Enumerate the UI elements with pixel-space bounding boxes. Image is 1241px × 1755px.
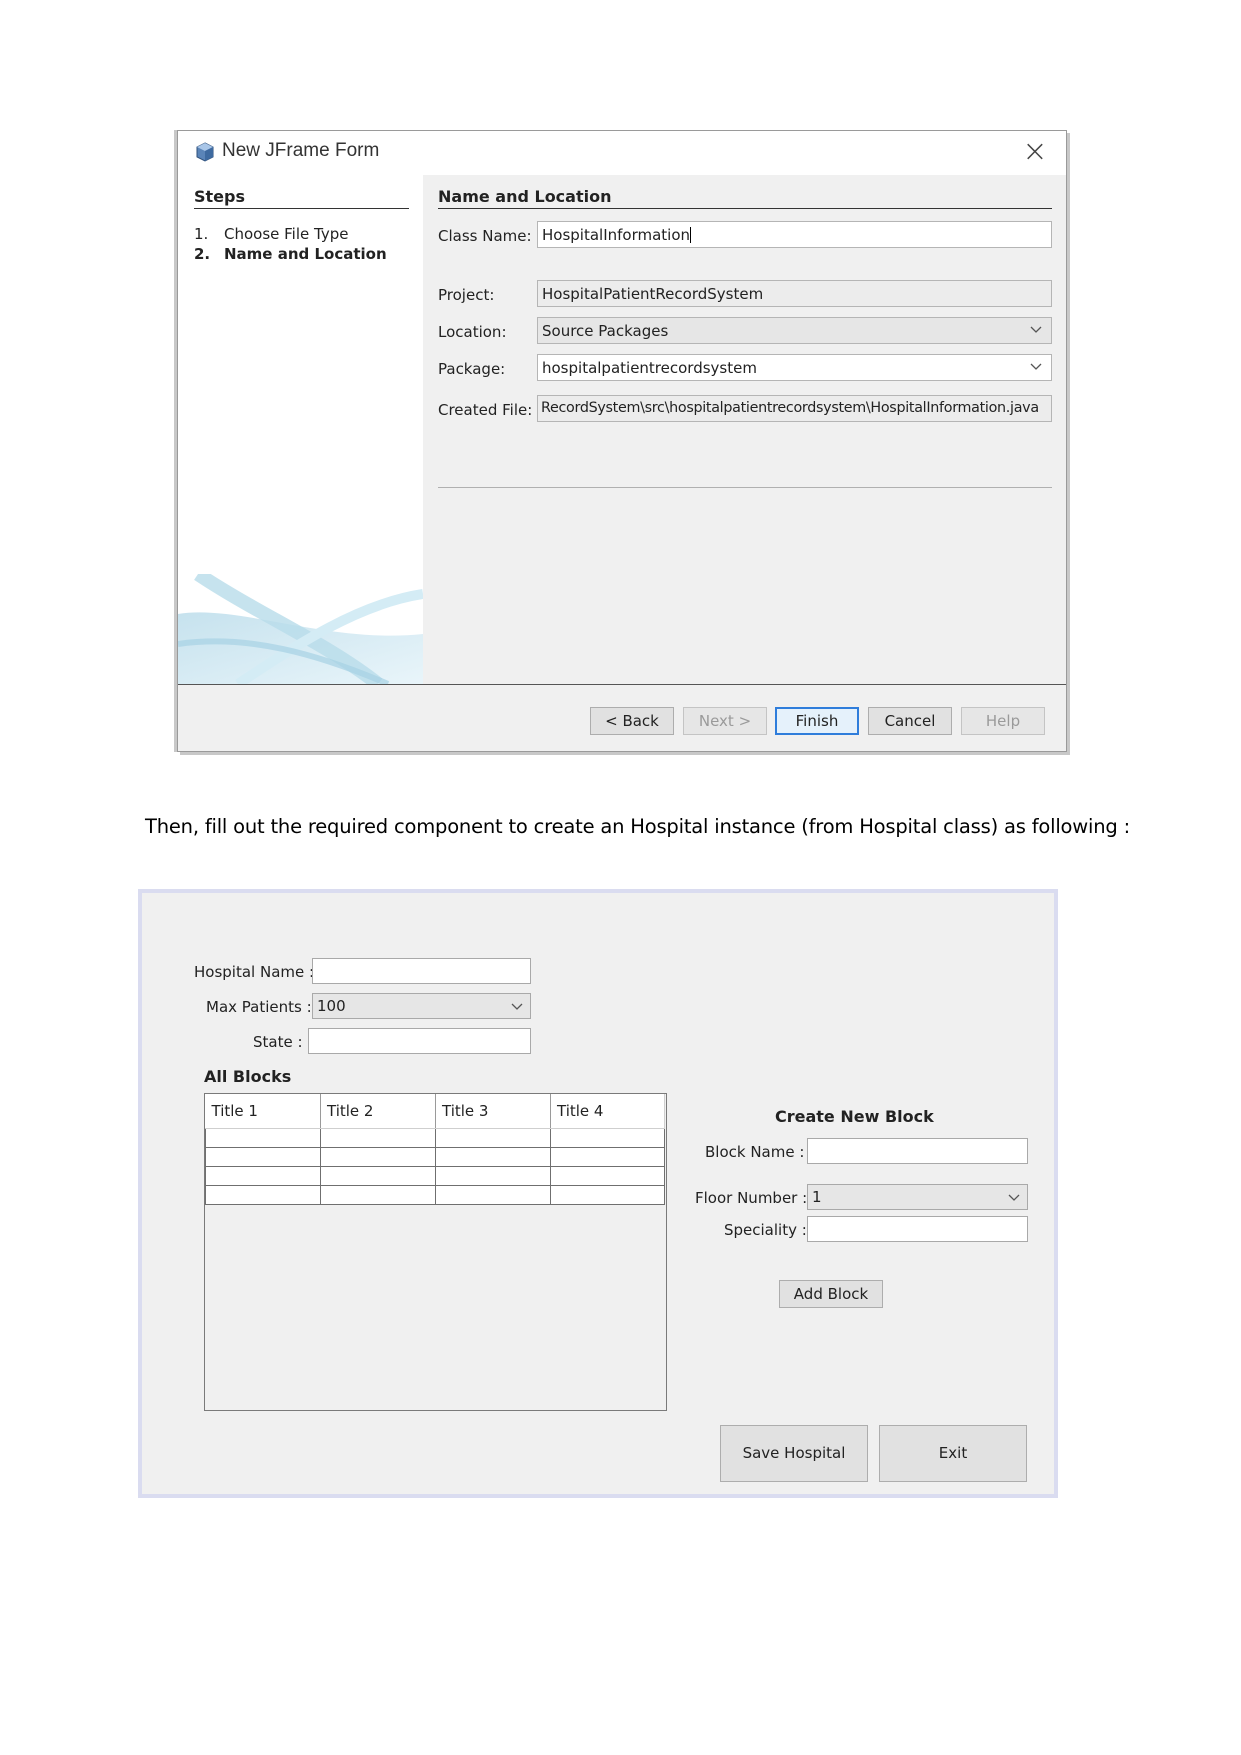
exit-button[interactable]: Exit	[879, 1425, 1027, 1482]
step-item-current: 2. Name and Location	[194, 245, 387, 263]
next-button[interactable]: Next >	[683, 707, 767, 735]
chevron-down-icon	[1030, 363, 1042, 370]
project-field: HospitalPatientRecordSystem	[537, 280, 1052, 307]
hospital-name-input[interactable]	[312, 958, 531, 984]
dialog-title: New JFrame Form	[222, 140, 380, 161]
block-name-label: Block Name :	[705, 1143, 805, 1161]
location-select[interactable]: Source Packages	[537, 317, 1052, 344]
save-hospital-button[interactable]: Save Hospital	[720, 1425, 868, 1482]
section-heading: Name and Location	[438, 187, 1052, 209]
speciality-input[interactable]	[807, 1216, 1028, 1242]
add-block-button[interactable]: Add Block	[779, 1280, 883, 1308]
created-file-label: Created File:	[438, 401, 533, 419]
state-label: State :	[253, 1033, 303, 1051]
footer-divider	[178, 684, 1066, 685]
chevron-down-icon	[1030, 326, 1042, 333]
back-button[interactable]: < Back	[590, 707, 674, 735]
text-caret	[690, 227, 692, 243]
wizard-swoosh-graphic	[178, 574, 423, 684]
floor-number-select[interactable]: 1	[807, 1184, 1028, 1210]
finish-button[interactable]: Finish	[775, 707, 859, 735]
instruction-paragraph: Then, fill out the required component to…	[145, 815, 1130, 838]
netbeans-cube-icon	[196, 142, 214, 162]
state-input[interactable]	[308, 1028, 531, 1054]
max-patients-label: Max Patients :	[206, 998, 312, 1016]
all-blocks-title: All Blocks	[204, 1067, 292, 1086]
cancel-button[interactable]: Cancel	[868, 707, 952, 735]
table-row[interactable]	[205, 1185, 665, 1205]
name-and-location-pane: Name and Location Class Name: HospitalIn…	[423, 175, 1068, 684]
steps-heading: Steps	[194, 187, 409, 209]
steps-pane: Steps 1. Choose File Type 2. Name and Loca…	[178, 175, 423, 684]
package-label: Package:	[438, 360, 506, 378]
table-row[interactable]	[205, 1147, 665, 1167]
blocks-table[interactable]: Title 1 Title 2 Title 3 Title 4	[204, 1093, 667, 1411]
created-file-field: RecordSystem\src\hospitalpatientrecordsy…	[537, 395, 1052, 422]
location-label: Location:	[438, 323, 507, 341]
create-new-block-title: Create New Block	[775, 1107, 934, 1126]
class-name-input[interactable]: HospitalInformation	[537, 221, 1052, 248]
chevron-down-icon	[1008, 1194, 1020, 1201]
table-header[interactable]: Title 2	[320, 1094, 436, 1129]
table-row[interactable]	[205, 1128, 665, 1148]
floor-number-label: Floor Number :	[695, 1189, 808, 1207]
block-name-input[interactable]	[807, 1138, 1028, 1164]
package-select[interactable]: hospitalpatientrecordsystem	[537, 354, 1052, 381]
new-jframe-form-dialog: New JFrame Form × Steps 1. Choose File Ty…	[177, 130, 1067, 752]
table-row[interactable]	[205, 1166, 665, 1186]
step-item: 1. Choose File Type	[194, 225, 349, 243]
hospital-name-label: Hospital Name :	[194, 963, 315, 981]
table-header[interactable]: Title 3	[435, 1094, 551, 1129]
help-button[interactable]: Help	[961, 707, 1045, 735]
hospital-form-window: Hospital Name : Max Patients : 100 State…	[138, 889, 1058, 1498]
table-header[interactable]: Title 1	[205, 1094, 321, 1129]
project-label: Project:	[438, 286, 495, 304]
close-icon[interactable]: ×	[1018, 135, 1052, 169]
speciality-label: Speciality :	[724, 1221, 807, 1239]
chevron-down-icon	[511, 1003, 523, 1010]
dialog-titlebar: New JFrame Form ×	[178, 131, 1066, 175]
class-name-label: Class Name:	[438, 227, 532, 245]
max-patients-select[interactable]: 100	[312, 993, 531, 1019]
table-header[interactable]: Title 4	[550, 1094, 665, 1129]
divider	[438, 487, 1052, 488]
